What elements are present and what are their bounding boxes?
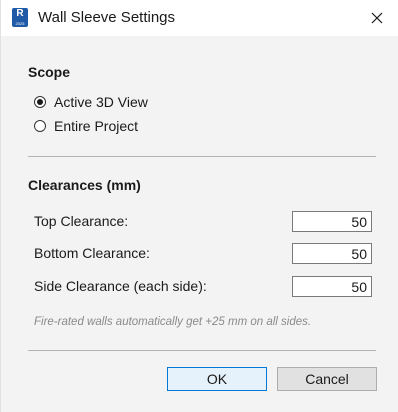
divider: [28, 156, 376, 157]
radio-active-3d-view[interactable]: Active 3D View: [34, 93, 148, 111]
top-clearance-label: Top Clearance:: [34, 213, 129, 229]
title-bar: R 2025 Wall Sleeve Settings: [1, 0, 398, 36]
app-icon-subtext: 2025: [15, 21, 25, 26]
clearances-heading: Clearances (mm): [28, 177, 141, 193]
bottom-clearance-label: Bottom Clearance:: [34, 245, 150, 261]
ok-button[interactable]: OK: [167, 367, 267, 391]
radio-entire-project[interactable]: Entire Project: [34, 117, 138, 135]
radio-label: Entire Project: [54, 118, 139, 134]
close-icon: [371, 12, 383, 24]
side-clearance-input[interactable]: [292, 276, 372, 297]
radio-button[interactable]: [34, 120, 46, 132]
top-clearance-input[interactable]: [292, 211, 372, 232]
cancel-button[interactable]: Cancel: [277, 367, 377, 391]
side-clearance-label: Side Clearance (each side):: [34, 278, 207, 294]
close-button[interactable]: [355, 0, 398, 36]
window-title: Wall Sleeve Settings: [38, 9, 176, 26]
radio-button-checked[interactable]: [34, 96, 46, 108]
app-icon-letter: R: [16, 8, 24, 19]
radio-label: Active 3D View: [54, 94, 148, 110]
wall-sleeve-settings-dialog: R 2025 Wall Sleeve Settings Scope Active…: [0, 0, 398, 412]
scope-heading: Scope: [28, 64, 71, 80]
divider: [28, 350, 376, 351]
revit-app-icon: R 2025: [12, 8, 28, 27]
bottom-clearance-input[interactable]: [292, 243, 372, 264]
fire-rated-note: Fire-rated walls automatically get +25 m…: [34, 316, 312, 328]
